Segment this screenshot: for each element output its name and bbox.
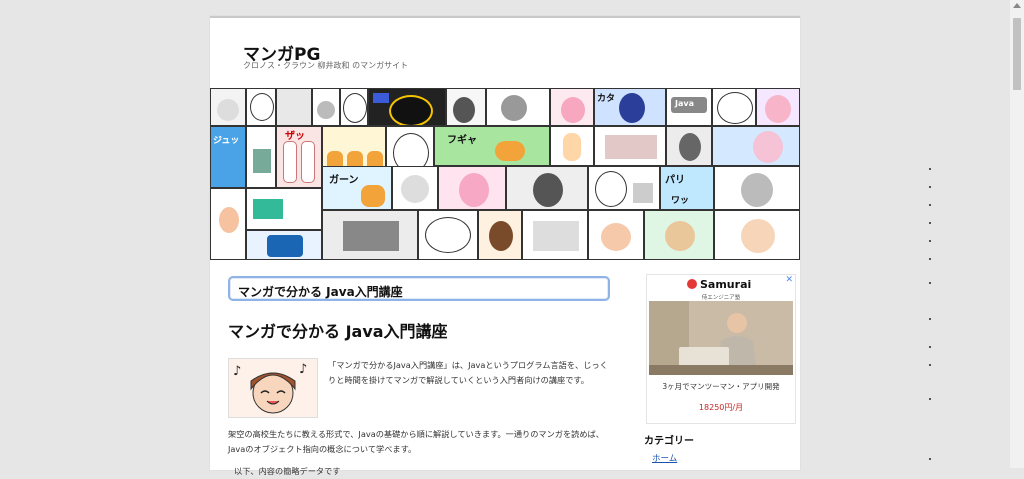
sfx-text: フギャ (447, 135, 477, 146)
sfx-text: ジュッ (213, 136, 240, 146)
ad-brand-name: Samurai (700, 278, 752, 291)
contents-paragraph: 以下、内容の簡略データです (234, 466, 341, 476)
intro-text: 「マンガで分かるJava入門講座」は、Javaというプログラム言語を、じっくりと… (328, 360, 608, 385)
category-link-home[interactable]: ホーム (652, 452, 677, 464)
scroll-up-icon[interactable] (1013, 3, 1021, 8)
java-label: Java (675, 99, 694, 108)
ad-tagline[interactable]: 3ヶ月でマンツーマン・アプリ開発 (647, 381, 795, 392)
site-description: クロノス・クラウン 柳井政和 のマンガサイト (243, 61, 409, 70)
page-heading-box: マンガで分かる Java入門講座 (228, 276, 610, 301)
ad-photo[interactable] (649, 301, 793, 375)
header-banner-image[interactable]: カタ Java ジュッ ザッ フギャ ガーン パリ ワッ (210, 88, 800, 260)
category-heading: カテゴリー (644, 436, 694, 447)
sfx-text: ガーン (329, 175, 359, 186)
ad-close-icon[interactable]: ✕ (785, 275, 793, 285)
vertical-scrollbar[interactable] (1010, 0, 1024, 468)
brand-dot-icon (687, 279, 697, 289)
description-paragraph: 架空の高校生たちに教える形式で、Javaの基礎から順に解説していきます。一通りの… (228, 429, 604, 454)
advertisement-banner[interactable]: ✕ Samurai 侍エンジニア塾 3ヶ月でマンツーマン・アプリ開発 18250… (646, 274, 796, 424)
ad-price[interactable]: 18250円/月 (647, 402, 795, 413)
svg-text:♪: ♪ (299, 362, 307, 377)
scrollbar-thumb[interactable] (1013, 18, 1021, 90)
sfx-text: ザッ (285, 131, 305, 142)
sfx-text: パリ (665, 175, 685, 186)
ad-subtitle: 侍エンジニア塾 (701, 295, 741, 301)
character-illustration: ♪ ♪ (228, 358, 318, 418)
ad-brand-logo: Samurai (687, 278, 751, 291)
svg-text:♪: ♪ (233, 364, 241, 379)
article-title: マンガで分かる Java入門講座 (228, 322, 448, 341)
sfx-text: カタ (597, 94, 616, 104)
page-container: マンガPG クロノス・クラウン 柳井政和 のマンガサイト カタ Java ジュッ (210, 16, 800, 476)
sfx-text: ワッ (671, 196, 690, 206)
